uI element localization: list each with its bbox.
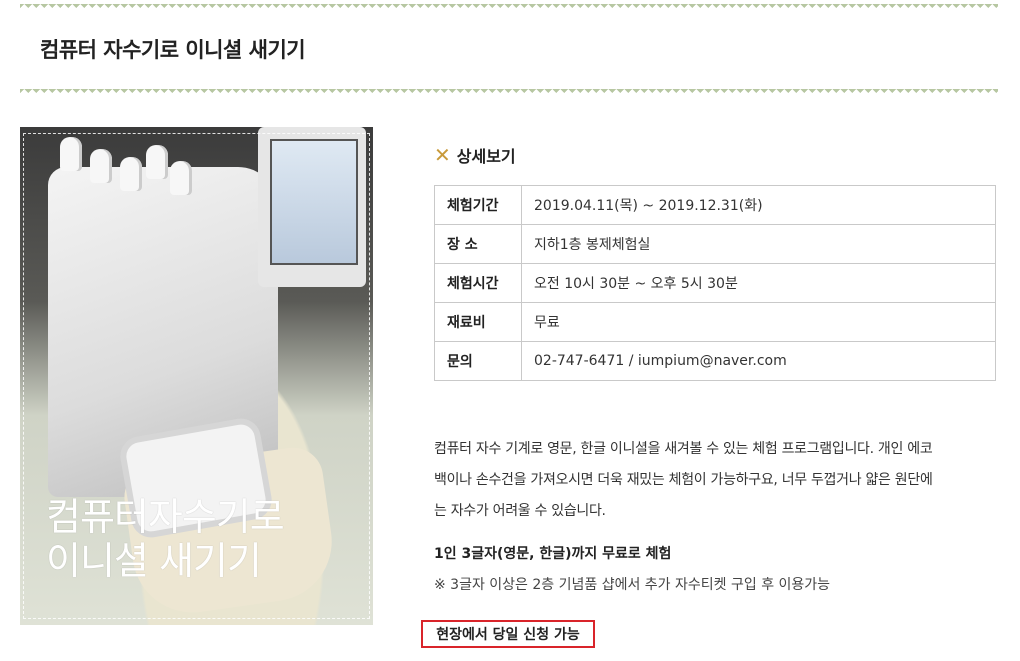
detail-heading-label: 상세보기 (456, 147, 516, 166)
description-line: 컴퓨터 자수 기계로 영문, 한글 이니셜을 새겨볼 수 있는 체험 프로그램입… (434, 441, 933, 457)
x-icon: ✕ (434, 143, 451, 167)
onsite-registration-badge: 현장에서 당일 신청 가능 (421, 620, 595, 648)
extra-ticket-note: ※ 3글자 이상은 2층 기념품 샵에서 추가 자수티켓 구입 후 이용가능 (434, 577, 831, 593)
row-value: 지하1층 봉제체험실 (521, 224, 996, 264)
description-line: 는 자수가 어려울 수 있습니다. (434, 503, 606, 519)
program-description: 컴퓨터 자수 기계로 영문, 한글 이니셜을 새겨볼 수 있는 체험 프로그램입… (434, 434, 999, 527)
contact-value: 02-747-6471 / iumpium@naver.com (521, 341, 996, 381)
row-value: 오전 10시 30분 ~ 오후 5시 30분 (521, 263, 996, 303)
table-row: 체험기간 2019.04.11(목) ~ 2019.12.31(화) (434, 185, 996, 225)
row-label: 체험기간 (434, 185, 522, 225)
embroidery-machine-photo: 컴퓨터자수기로 이니셜 새기기 (20, 127, 373, 625)
row-value: 무료 (521, 302, 996, 342)
row-label: 장 소 (434, 224, 522, 264)
row-value: 2019.04.11(목) ~ 2019.12.31(화) (521, 185, 996, 225)
table-row: 장 소 지하1층 봉제체험실 (434, 224, 996, 264)
free-limit-note: 1인 3글자(영문, 한글)까지 무료로 체험 (434, 546, 672, 562)
row-label: 체험시간 (434, 263, 522, 303)
detail-heading: ✕ 상세보기 (434, 143, 516, 167)
photo-caption-line1: 컴퓨터자수기로 (46, 495, 285, 539)
row-label: 문의 (434, 341, 522, 381)
info-table: 체험기간 2019.04.11(목) ~ 2019.12.31(화) 장 소 지… (434, 185, 996, 381)
photo-caption: 컴퓨터자수기로 이니셜 새기기 (46, 495, 366, 583)
table-row: 재료비 무료 (434, 302, 996, 342)
row-label: 재료비 (434, 302, 522, 342)
table-row: 체험시간 오전 10시 30분 ~ 오후 5시 30분 (434, 263, 996, 303)
photo-caption-line2: 이니셜 새기기 (46, 539, 262, 583)
table-row: 문의 02-747-6471 / iumpium@naver.com (434, 341, 996, 381)
page-title: 컴퓨터 자수기로 이니셜 새기기 (40, 38, 306, 62)
top-zigzag-divider (20, 4, 998, 12)
title-zigzag-divider (20, 89, 998, 97)
description-line: 백이나 손수건을 가져오시면 더욱 재밌는 체험이 가능하구요, 너무 두껍거나… (434, 472, 933, 488)
